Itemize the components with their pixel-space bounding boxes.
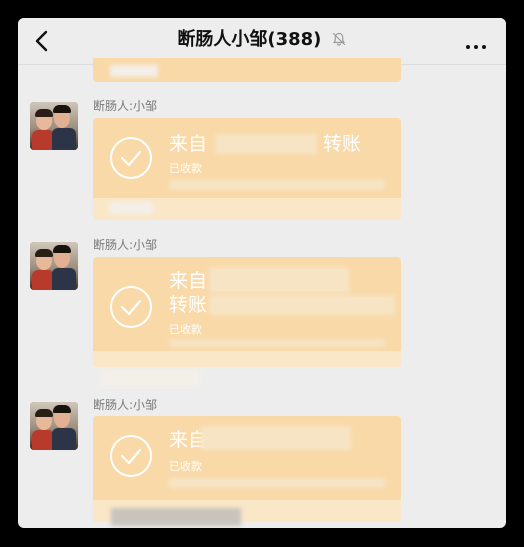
check-circle-icon [109, 136, 153, 180]
sender-name: 断肠人:小邹 [93, 238, 158, 252]
redacted-text [109, 202, 153, 214]
redacted-text [110, 65, 158, 77]
more-dot [482, 45, 486, 49]
card-from-text: 来自 [169, 270, 208, 292]
sender-name: 断肠人:小邹 [93, 398, 158, 412]
card-footer [93, 351, 401, 367]
more-dot [466, 45, 470, 49]
more-dots-icon[interactable] [466, 34, 492, 49]
mute-bell-icon [331, 30, 347, 54]
card-status: 已收款 [169, 162, 202, 175]
chat-screen: 断肠人小邹(388) 断肠人:小邹 来自 转账 已收款 断肠人:小邹 来自 转账… [18, 18, 506, 528]
card-status: 已收款 [169, 460, 202, 473]
redacted-text [169, 339, 385, 347]
chat-title: 断肠人小邹(388) [177, 29, 322, 50]
check-circle-icon [109, 434, 153, 478]
card-transfer-text: 转账 [323, 133, 362, 155]
redacted-text [169, 180, 385, 190]
redacted-text [111, 508, 241, 526]
card-status: 已收款 [169, 323, 202, 336]
chat-title-wrap: 断肠人小邹(388) [18, 28, 506, 54]
card-from-text: 来自 [169, 133, 208, 155]
redacted-text [201, 426, 351, 450]
redacted-text [215, 134, 317, 154]
transfer-card[interactable]: 来自 转账 已收款 [93, 118, 401, 220]
avatar[interactable] [30, 102, 78, 150]
redacted-text [101, 369, 201, 387]
avatar[interactable] [30, 402, 78, 450]
redacted-text [169, 478, 385, 488]
card-transfer-text: 转账 [169, 294, 208, 316]
transfer-card[interactable]: 来自 转账 已收款 [93, 257, 401, 387]
redacted-text [209, 267, 349, 293]
sender-name: 断肠人:小邹 [93, 99, 158, 113]
more-dot [474, 45, 478, 49]
redacted-text [209, 295, 395, 315]
avatar[interactable] [30, 242, 78, 290]
check-circle-icon [109, 285, 153, 329]
transfer-card[interactable]: 来自 已收款 [93, 416, 401, 526]
